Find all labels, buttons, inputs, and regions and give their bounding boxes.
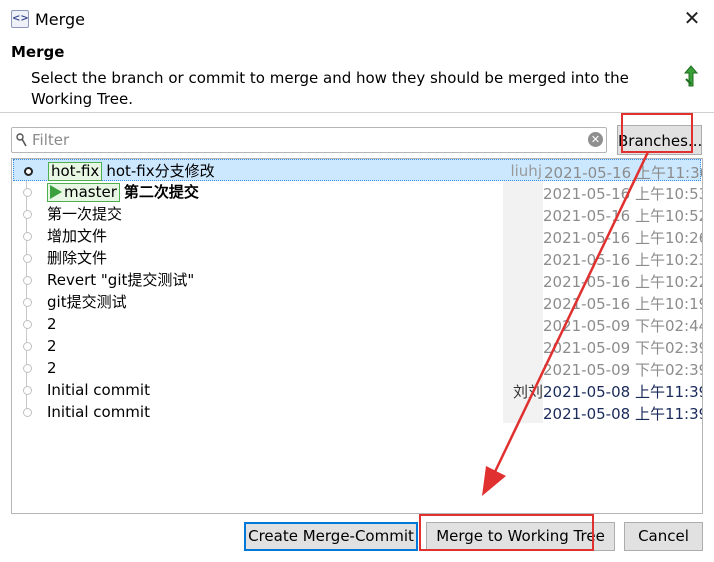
create-merge-commit-button[interactable]: Create Merge-Commit [244,522,418,551]
annotation-box-branches [621,113,693,153]
commit-node-icon [23,298,32,307]
author-cell-bg [503,313,543,335]
header-description: Select the branch or commit to merge and… [31,69,629,108]
commit-row[interactable]: master 第二次提交 2021-05-16 上午10:53 [13,181,703,203]
commit-message: 2 [47,359,57,377]
author-cell-bg [503,225,543,247]
commit-date: 2021-05-16 上午11:30 [544,164,703,182]
commit-message-text: 2 [47,337,57,355]
commit-message-text: Initial commit [47,381,150,399]
commit-node-icon [23,232,32,241]
commit-date: 2021-05-09 下午02:39 [543,361,703,379]
author-cell-bg [503,247,543,269]
commit-row[interactable]: 2 2021-05-09 下午02:39 [13,357,703,379]
commit-row[interactable]: Initial commit 刘刘 2021-05-08 上午11:39 [13,379,703,401]
filter-field[interactable]: ✕ [11,127,607,153]
branch-tag-label: hot-fix [51,162,100,180]
commit-row[interactable]: 2 2021-05-09 下午02:44 [13,313,703,335]
commit-date: 2021-05-09 下午02:39 [543,339,703,357]
commit-node-icon [23,342,32,351]
commit-date: 2021-05-16 上午10:22 [543,273,703,291]
commit-row[interactable]: git提交测试 2021-05-16 上午10:19 [13,291,703,313]
checked-out-icon [50,185,62,199]
author-cell-bg [503,181,543,203]
commit-row[interactable]: 2 2021-05-09 下午02:39 [13,335,703,357]
commit-author: 刘刘 [512,383,543,401]
commit-message: 删除文件 [47,249,107,267]
commit-author: liuhj [510,162,542,180]
commit-date: 2021-05-16 上午10:23 [543,251,703,269]
author-cell-bg [503,203,543,225]
filter-icon [16,133,27,147]
commit-list[interactable]: hot-fix hot-fix分支修改 liuhj 2021-05-16 上午11:3… [11,158,703,514]
commit-message-text: 删除文件 [47,249,108,267]
commit-row[interactable]: 第一次提交 2021-05-16 上午10:52 [13,203,703,225]
author-cell-bg [503,291,543,313]
author-cell-bg [503,401,543,423]
annotation-box-merge [419,514,594,551]
commit-date: 2021-05-16 上午10:19 [543,295,703,313]
commit-node-icon [23,210,32,219]
commit-message: Revert "git提交测试" [47,271,194,289]
commit-row[interactable]: hot-fix hot-fix分支修改 liuhj 2021-05-16 上午11:3… [13,159,703,182]
commit-node-icon [23,364,32,373]
commit-message: Initial commit [47,403,150,421]
commit-message-text: 增加文件 [47,227,108,245]
branch-tag: hot-fix [48,162,103,181]
commit-message-text: 第二次提交 [123,183,199,201]
author-cell-bg [503,269,543,291]
commit-message-text: 2 [47,315,57,333]
commit-date: 2021-05-08 上午11:39 [543,405,703,423]
commit-node-icon [23,320,32,329]
author-cell-bg [503,357,543,379]
commit-row[interactable]: 删除文件 2021-05-16 上午10:23 [13,247,703,269]
merge-arrow-icon [683,65,699,87]
commit-row[interactable]: Initial commit 2021-05-08 上午11:39 [13,401,703,423]
commit-date: 2021-05-09 下午02:44 [543,317,703,335]
commit-message-text: Revert "git提交测试" [47,271,195,289]
commit-date: 2021-05-08 上午11:39 [543,383,703,401]
dialog-header: Merge Select the branch or commit to mer… [0,38,714,112]
window-title: Merge [35,10,85,29]
branch-tag: master [47,183,120,202]
commit-message-text: Initial commit [47,403,150,421]
commit-date: 2021-05-16 上午10:52 [543,207,703,225]
eclipse-compare-icon: <> [11,10,29,28]
commit-message: master 第二次提交 [47,183,199,202]
commit-row[interactable]: 增加文件 2021-05-16 上午10:26 [13,225,703,247]
commit-message-text: hot-fix分支修改 [106,162,215,180]
title-bar: <> Merge ✕ [0,0,714,38]
commit-node-icon [24,167,33,176]
commit-message: 增加文件 [47,227,107,245]
commit-message-text: git提交测试 [47,293,127,311]
header-separator [0,112,714,113]
close-icon[interactable]: ✕ [682,8,702,28]
commit-date: 2021-05-16 上午10:26 [543,229,703,247]
commit-date: 2021-05-16 上午10:53 [543,185,703,203]
commit-node-icon [23,408,32,417]
commit-message-text: 2 [47,359,57,377]
commit-message: 第一次提交 [47,205,122,223]
commit-node-icon [23,386,32,395]
commit-node-icon [23,254,32,263]
commit-row[interactable]: Revert "git提交测试" 2021-05-16 上午10:22 [13,269,703,291]
filter-input[interactable] [32,130,582,150]
commit-message-text: 第一次提交 [47,205,123,223]
commit-message: 2 [47,337,57,355]
commit-message: Initial commit [47,381,150,399]
branch-tag-label: master [64,183,117,201]
commit-message: hot-fix hot-fix分支修改 [48,162,215,181]
commit-message: git提交测试 [47,293,127,311]
commit-message: 2 [47,315,57,333]
author-cell-bg [503,335,543,357]
header-title: Merge [11,43,65,61]
commit-node-icon [23,276,32,285]
clear-filter-icon[interactable]: ✕ [588,132,603,147]
cancel-button[interactable]: Cancel [624,522,703,551]
commit-node-icon [23,188,32,197]
